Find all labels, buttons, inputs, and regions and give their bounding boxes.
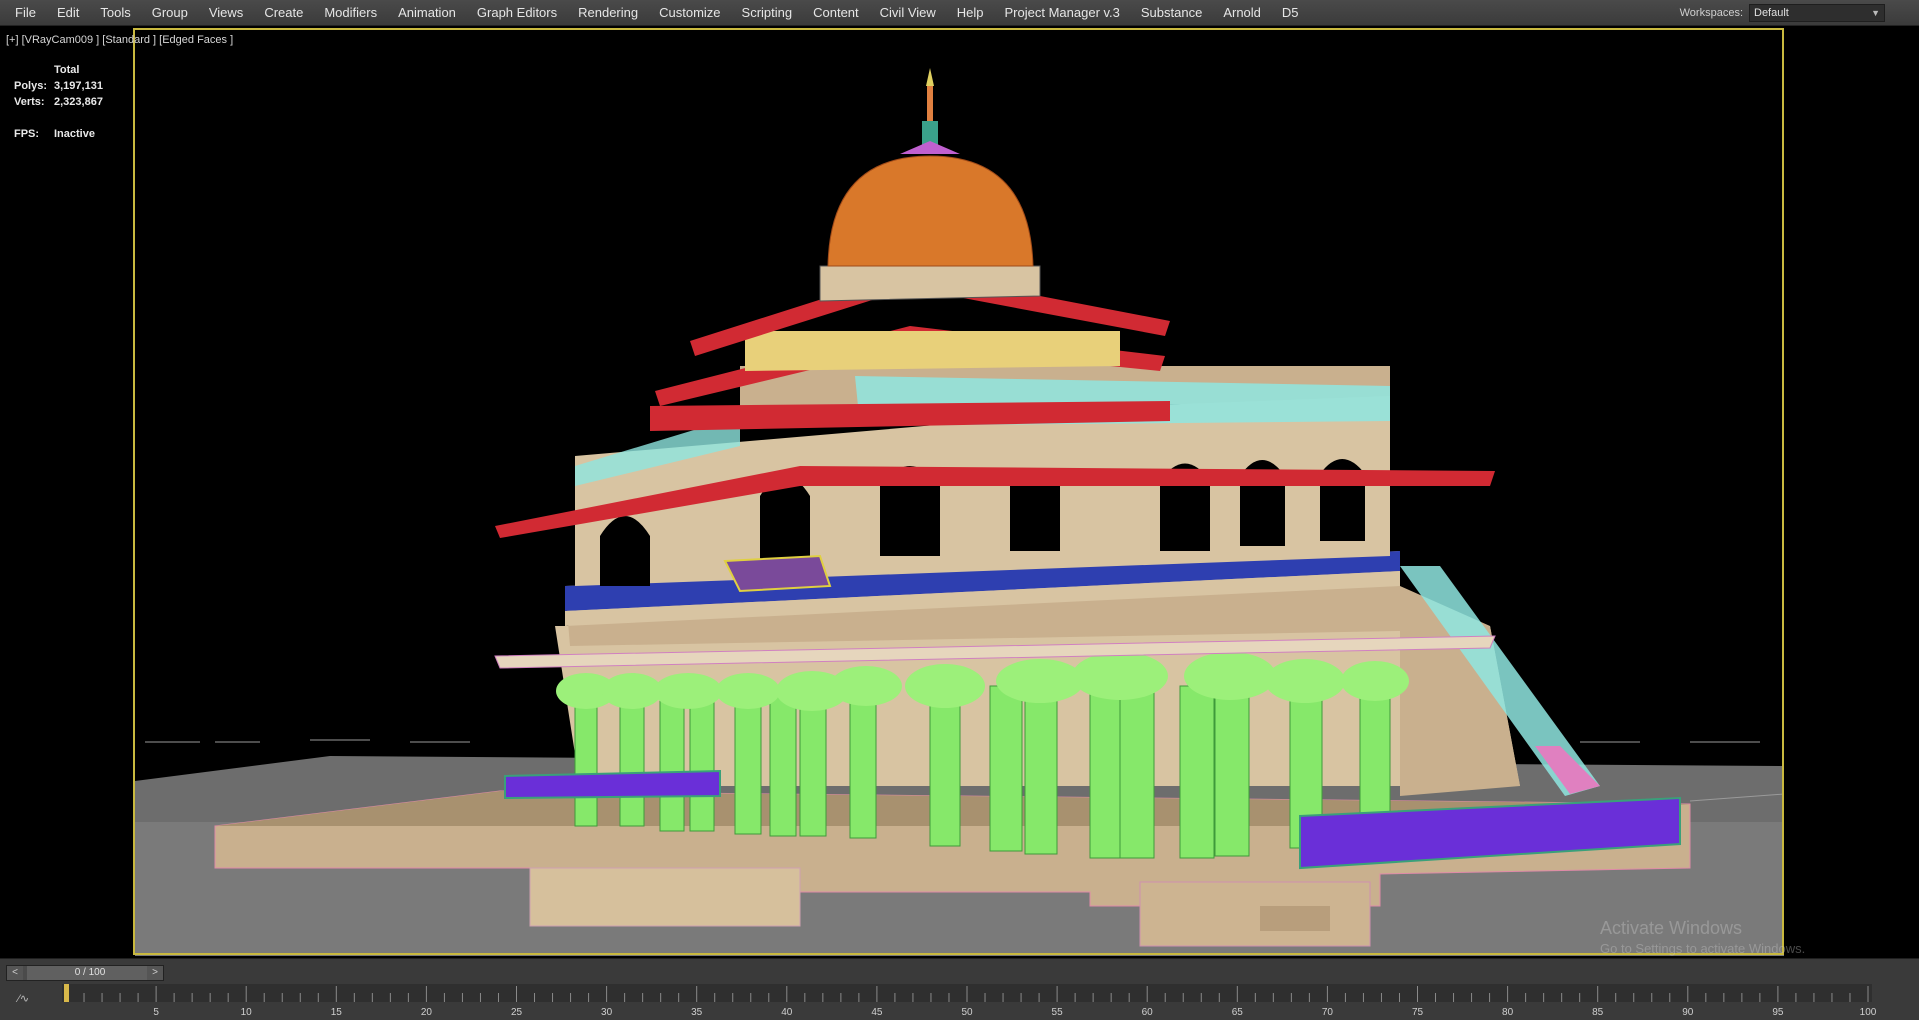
timeline-tick-label: 5 [153, 1007, 159, 1018]
workspace-label: Workspaces: [1679, 7, 1743, 19]
scene-statistics: Total Polys: 3,197,131 Verts: 2,323,867 FP… [14, 64, 103, 144]
watermark-subtitle: Go to Settings to activate Windows. [1600, 941, 1806, 956]
polys-label: Polys: [14, 80, 48, 92]
polys-value: 3,197,131 [54, 80, 103, 92]
menu-item-help[interactable]: Help [948, 0, 996, 25]
timeline-tick-label: 75 [1412, 1007, 1424, 1018]
camera-viewport[interactable]: [+] [VRayCam009 ] [Standard ] [Edged Fac… [0, 26, 1919, 958]
fps-value: Inactive [54, 128, 95, 140]
menu-item-tools[interactable]: Tools [91, 0, 142, 25]
menu-item-edit[interactable]: Edit [48, 0, 91, 25]
next-frame-button[interactable]: > [147, 966, 163, 980]
timeline-tick-label: 45 [871, 1007, 883, 1018]
watermark-title: Activate Windows [1600, 918, 1743, 938]
fps-label: FPS: [14, 128, 40, 140]
timeline-tick-label: 35 [691, 1007, 703, 1018]
time-slider-thumb[interactable]: 0 / 100 [27, 966, 153, 980]
time-slider[interactable]: < 0 / 100 > [6, 965, 164, 981]
timeline-tick-label: 40 [781, 1007, 793, 1018]
activation-watermark: Activate Windows Go to Settings to activ… [1600, 918, 1805, 956]
timeline-tick-label: 80 [1502, 1007, 1514, 1018]
menu-item-group[interactable]: Group [143, 0, 200, 25]
menu-item-animation[interactable]: Animation [389, 0, 468, 25]
timeline-tick-label: 50 [961, 1007, 973, 1018]
menu-item-file[interactable]: File [6, 0, 48, 25]
menu-item-arnold[interactable]: Arnold [1214, 0, 1273, 25]
timeline-tick-label: 10 [241, 1007, 253, 1018]
verts-value: 2,323,867 [54, 96, 103, 108]
timeline-tick-label: 90 [1682, 1007, 1694, 1018]
verts-label: Verts: [14, 96, 45, 108]
timeline-tick-label: 95 [1772, 1007, 1784, 1018]
timeline-tick-label: 55 [1052, 1007, 1064, 1018]
menu-items: File Edit Tools Group Views Create Modifiers An… [0, 0, 1311, 25]
menu-item-civil-view[interactable]: Civil View [871, 0, 948, 25]
timeline-tick-label: 85 [1592, 1007, 1604, 1018]
menu-item-scripting[interactable]: Scripting [733, 0, 805, 25]
timeline-tick-label: 65 [1232, 1007, 1244, 1018]
stats-header: Total [54, 64, 80, 76]
menu-item-graph-editors[interactable]: Graph Editors [468, 0, 569, 25]
viewport-label[interactable]: [+] [VRayCam009 ] [Standard ] [Edged Fac… [6, 34, 233, 46]
menu-item-project-manager-v-3[interactable]: Project Manager v.3 [996, 0, 1132, 25]
menu-item-rendering[interactable]: Rendering [569, 0, 650, 25]
workspace-value: Default [1754, 7, 1789, 19]
previous-frame-button[interactable]: < [7, 966, 23, 980]
timeline-tick-label: 100 [1860, 1007, 1877, 1018]
menu-item-substance[interactable]: Substance [1132, 0, 1214, 25]
timeline-tick-label: 30 [601, 1007, 613, 1018]
chevron-down-icon: ▼ [1871, 8, 1880, 18]
timeline-tick-label: 25 [511, 1007, 523, 1018]
timeline-ruler[interactable]: 5 10 15 20 25 30 35 40 45 50 55 60 65 70 75 80 85 90 95 100 [0, 984, 1919, 1020]
menu-item-modifiers[interactable]: Modifiers [315, 0, 389, 25]
active-viewport-border [133, 28, 1784, 955]
timeline-tick-label: 70 [1322, 1007, 1334, 1018]
timeline-tick-label: 15 [331, 1007, 343, 1018]
menu-item-views[interactable]: Views [200, 0, 255, 25]
menu-item-content[interactable]: Content [804, 0, 871, 25]
workspace-select[interactable]: Default ▼ [1749, 4, 1885, 22]
menu-item-create[interactable]: Create [255, 0, 315, 25]
current-frame-marker[interactable] [64, 984, 69, 1002]
workspace-switcher: Workspaces: Default ▼ [1680, 4, 1885, 22]
menu-item-customize[interactable]: Customize [650, 0, 732, 25]
timeline-bar: < 0 / 100 > ⁄∿ 5 10 15 20 25 30 35 40 45 50 55 60 65… [0, 958, 1919, 1020]
timeline-tick-label: 60 [1142, 1007, 1154, 1018]
menu-item-d5[interactable]: D5 [1273, 0, 1311, 25]
timeline-tick-label: 20 [421, 1007, 433, 1018]
menu-bar: File Edit Tools Group Views Create Modifiers An… [0, 0, 1919, 26]
